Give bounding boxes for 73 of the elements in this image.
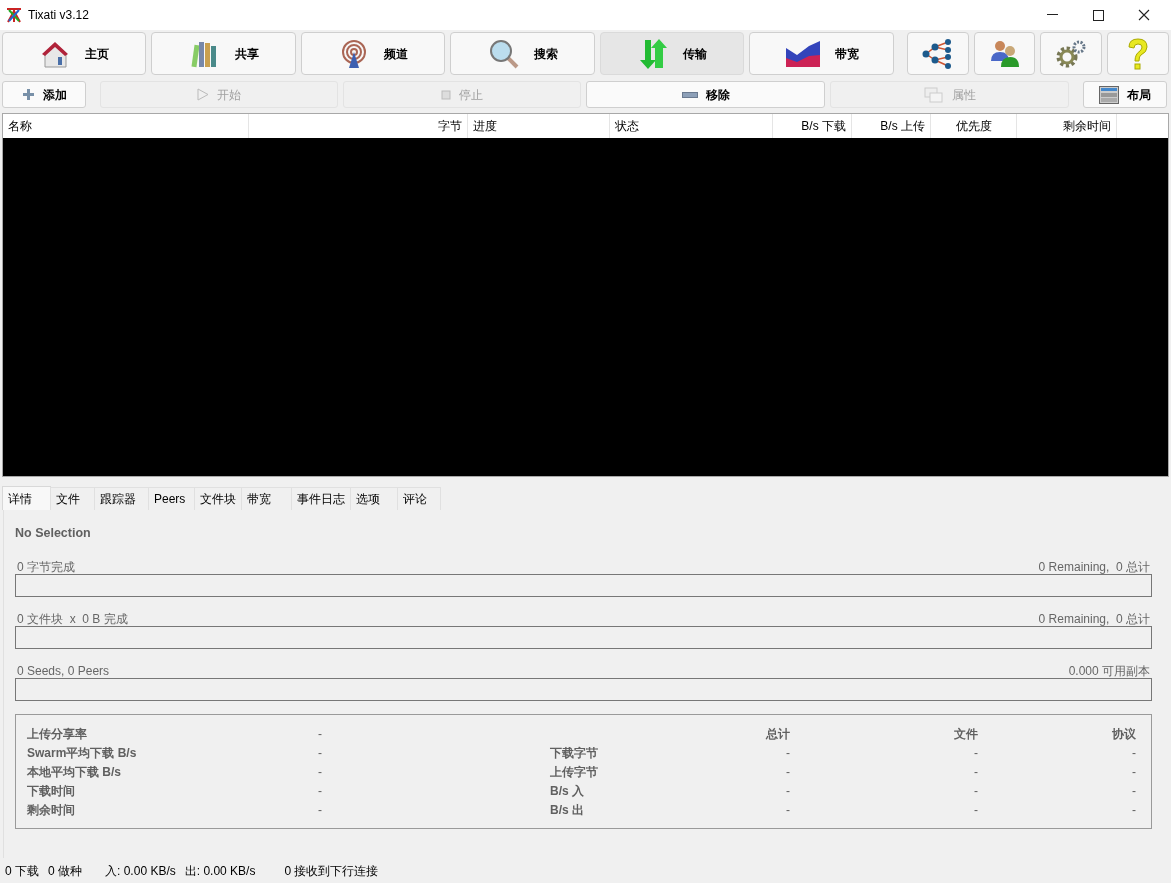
- stop-icon: [441, 89, 451, 100]
- tab[interactable]: 评论: [397, 487, 441, 510]
- status-text: 0 下载: [5, 863, 39, 880]
- bar-label: 0 字节完成: [17, 559, 75, 574]
- stat-value: -: [1131, 745, 1136, 762]
- network-button[interactable]: [906, 32, 969, 75]
- bar-summary: 0 Remaining, 0 总计: [1038, 559, 1150, 574]
- stat-label: 本地平均下载 B/s: [27, 764, 122, 781]
- users-icon: [988, 38, 1021, 69]
- minus-icon: [681, 91, 698, 98]
- app-logo-icon: [6, 7, 22, 23]
- window-title: Tixati v3.12: [28, 7, 89, 24]
- stat-value: -: [1131, 783, 1136, 800]
- minimize-icon: [1046, 14, 1058, 16]
- status-text: 出: 0.00 KB/s: [184, 863, 256, 880]
- stat-value: -: [318, 764, 323, 781]
- nav-button[interactable]: 搜索: [450, 32, 595, 75]
- selection-heading: No Selection: [15, 525, 92, 542]
- stat-value: -: [973, 745, 978, 762]
- stat-label: 剩余时间: [27, 802, 76, 819]
- action-button[interactable]: 添加: [2, 81, 86, 108]
- action-button[interactable]: 布局: [1083, 81, 1167, 108]
- stat-value: -: [318, 802, 323, 819]
- nav-button[interactable]: 主页: [2, 32, 147, 75]
- stat-column-header: 协议: [1111, 726, 1136, 743]
- users-button[interactable]: [973, 32, 1036, 75]
- stat-label: B/s 入: [550, 783, 585, 800]
- nav-button[interactable]: 共享: [151, 32, 296, 75]
- settings-icon: [1055, 38, 1088, 69]
- stat-value: -: [785, 764, 790, 781]
- status-text: 入: 0.00 KB/s: [105, 863, 176, 880]
- stat-value: -: [785, 802, 790, 819]
- stat-label: 上传字节: [550, 764, 599, 781]
- plus-icon: [21, 88, 35, 101]
- stat-value: -: [973, 802, 978, 819]
- tab[interactable]: 详情: [2, 486, 51, 510]
- stat-value: -: [318, 783, 323, 800]
- stat-column-header: 总计: [764, 726, 790, 743]
- settings-button[interactable]: [1040, 32, 1103, 75]
- nav-button[interactable]: 传输: [599, 32, 745, 75]
- stat-label: 下载时间: [27, 783, 76, 800]
- search-icon: [487, 37, 520, 70]
- stat-value: -: [973, 764, 978, 781]
- stat-label: 上传分享率: [27, 726, 88, 743]
- bar-summary: 0 Remaining, 0 总计: [1038, 611, 1150, 626]
- nav-button[interactable]: 带宽: [749, 32, 894, 75]
- stat-label: B/s 出: [550, 802, 585, 819]
- network-icon: [921, 38, 954, 69]
- stat-value: -: [973, 783, 978, 800]
- tab[interactable]: 文件: [50, 487, 95, 510]
- area-chart-icon: [784, 39, 821, 68]
- status-text: 0 接收到下行连接: [284, 863, 379, 880]
- stat-value: -: [1131, 764, 1136, 781]
- stat-column-header: 文件: [953, 726, 978, 743]
- stat-label: Swarm平均下载 B/s: [27, 745, 138, 762]
- stat-value: -: [785, 745, 790, 762]
- play-icon: [197, 88, 209, 101]
- stat-label: 下载字节: [550, 745, 599, 762]
- status-text: 0 做种: [48, 863, 83, 880]
- bar-label: 0 文件块 x 0 B 完成: [17, 611, 128, 626]
- action-button[interactable]: 移除: [586, 81, 825, 108]
- bar-label: 0 Seeds, 0 Peers: [17, 663, 110, 678]
- stat-value: -: [785, 783, 790, 800]
- layout-icon: [1099, 85, 1119, 104]
- maximize-icon: [1092, 9, 1104, 21]
- stat-value: -: [318, 745, 323, 762]
- stat-value: -: [318, 726, 323, 743]
- windows-icon: [923, 86, 944, 103]
- bar-summary: 0.000 可用副本: [1068, 663, 1150, 678]
- close-icon: [1138, 9, 1150, 21]
- up-down-arrows-icon: [637, 37, 670, 70]
- stat-value: -: [1131, 802, 1136, 819]
- nav-button[interactable]: 频道: [300, 32, 446, 75]
